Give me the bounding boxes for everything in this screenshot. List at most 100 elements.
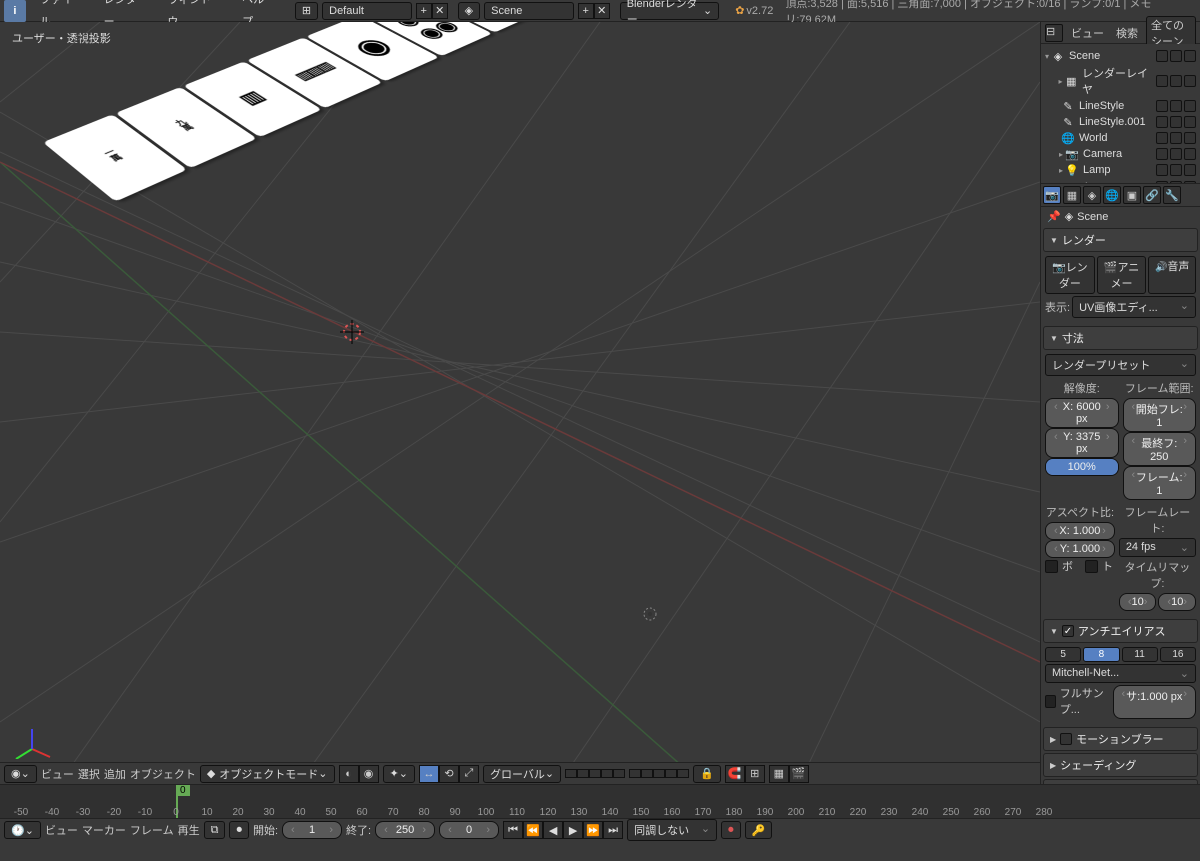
- current-frame-field[interactable]: 0: [439, 821, 499, 839]
- end-frame-field[interactable]: 250: [375, 821, 435, 839]
- render-engine-select[interactable]: Blenderレンダー ⌄: [620, 2, 720, 20]
- panel-dimensions-header[interactable]: 寸法: [1043, 326, 1198, 350]
- antialias-enable-checkbox[interactable]: [1062, 625, 1074, 637]
- render-preset-select[interactable]: レンダープリセット: [1045, 354, 1196, 376]
- screen-layout-select[interactable]: Default: [322, 2, 412, 20]
- pin-icon[interactable]: 📌: [1047, 210, 1061, 223]
- properties-panel[interactable]: レンダー 📷レンダー 🎬アニメー 🔊音声 表示: UV画像エディ... 寸法: [1041, 226, 1200, 784]
- snap-buttons[interactable]: 🧲⊞: [725, 765, 765, 783]
- border-checkbox[interactable]: [1045, 560, 1058, 573]
- prop-tab-scene[interactable]: ◈: [1083, 186, 1101, 204]
- aa-sample-11[interactable]: 11: [1122, 647, 1158, 662]
- aa-size-field[interactable]: サ:1.000 px: [1113, 685, 1197, 719]
- keyframe-prev[interactable]: ⏪: [523, 821, 543, 839]
- lock-camera-icon[interactable]: 🔒: [693, 765, 721, 783]
- crop-checkbox[interactable]: [1085, 560, 1098, 573]
- manipulator-buttons[interactable]: ↔⟲⤢: [419, 765, 479, 783]
- prop-tab-modifier[interactable]: 🔧: [1163, 186, 1181, 204]
- frame-step-field[interactable]: フレーム: 1: [1123, 466, 1197, 500]
- scene-select[interactable]: Scene: [484, 2, 574, 20]
- start-frame-field[interactable]: 1: [282, 821, 342, 839]
- display-label: 表示:: [1045, 299, 1070, 315]
- prop-tab-object[interactable]: ▣: [1123, 186, 1141, 204]
- outliner-editor-icon[interactable]: ⊟: [1045, 24, 1063, 42]
- prop-tab-world[interactable]: 🌐: [1103, 186, 1121, 204]
- panel-antialias-header[interactable]: アンチエイリアス: [1043, 619, 1198, 643]
- fullsample-checkbox[interactable]: [1045, 695, 1056, 708]
- timeline-ruler[interactable]: 0 -50-40-30-20-1001020304050607080901001…: [0, 785, 1200, 819]
- timeline-playback-menu[interactable]: 再生: [178, 822, 200, 838]
- screen-layout-icon[interactable]: ⊞: [295, 2, 318, 20]
- timeline-range-icon[interactable]: ⧉: [204, 821, 226, 839]
- play[interactable]: ▶: [563, 821, 583, 839]
- render-preview-buttons[interactable]: ▦🎬: [769, 765, 809, 783]
- view3d-menu-object[interactable]: オブジェクト: [130, 766, 196, 782]
- autokey-button[interactable]: ⏺: [721, 821, 741, 839]
- layer-buttons[interactable]: [565, 769, 625, 778]
- panel-render-header[interactable]: レンダー: [1043, 228, 1198, 252]
- view3d-menu-view[interactable]: ビュー: [41, 766, 74, 782]
- layout-delete[interactable]: ✕: [432, 3, 448, 19]
- prop-tab-render[interactable]: 📷: [1043, 186, 1061, 204]
- pivot-select[interactable]: ✦⌄: [383, 765, 415, 783]
- frame-end-field[interactable]: 最終フ: 250: [1123, 432, 1197, 466]
- panel-shading-header[interactable]: シェーディング: [1043, 753, 1198, 777]
- outliner-view-menu[interactable]: ビュー: [1067, 25, 1108, 41]
- outliner-item[interactable]: ✎LineStyle.001: [1045, 114, 1196, 130]
- outliner-item[interactable]: ▸📷Camera: [1045, 146, 1196, 162]
- layer-buttons-2[interactable]: [629, 769, 689, 778]
- audio-button[interactable]: 🔊音声: [1148, 256, 1196, 294]
- outliner-item[interactable]: ▾◈Scene: [1045, 48, 1196, 64]
- aa-sample-5[interactable]: 5: [1045, 647, 1081, 662]
- layout-add[interactable]: +: [416, 3, 432, 19]
- keying-set-icon[interactable]: 🔑: [745, 821, 773, 839]
- view3d-menu-select[interactable]: 選択: [78, 766, 100, 782]
- aa-sample-8[interactable]: 8: [1083, 647, 1119, 662]
- aa-filter-select[interactable]: Mitchell-Net...: [1045, 664, 1196, 683]
- aspect-y-field[interactable]: Y: 1.000: [1045, 540, 1115, 558]
- keyframe-next[interactable]: ⏩: [583, 821, 603, 839]
- blender-logo[interactable]: i: [4, 0, 26, 22]
- outliner-item[interactable]: ▸💡Lamp: [1045, 162, 1196, 178]
- timeline-frame-menu[interactable]: フレーム: [130, 822, 174, 838]
- editor-type-icon[interactable]: ◉⌄: [4, 765, 37, 783]
- scene-delete[interactable]: ✕: [594, 3, 610, 19]
- play-reverse[interactable]: ◀: [543, 821, 563, 839]
- framerate-select[interactable]: 24 fps: [1119, 538, 1196, 557]
- outliner-search-menu[interactable]: 検索: [1112, 25, 1142, 41]
- outliner-item[interactable]: ▸▦レンダーレイヤ: [1045, 64, 1196, 98]
- jump-end[interactable]: ⏭: [603, 821, 623, 839]
- timeremap-old[interactable]: 10: [1119, 593, 1157, 611]
- prop-tab-constraint[interactable]: 🔗: [1143, 186, 1161, 204]
- sync-select[interactable]: 同調しない: [627, 819, 717, 841]
- timeline-marker-menu[interactable]: マーカー: [82, 822, 126, 838]
- shading-mode-buttons[interactable]: ◐◉: [339, 765, 379, 783]
- outliner-item[interactable]: ✎LineStyle: [1045, 98, 1196, 114]
- scene-icon[interactable]: ◈: [458, 2, 480, 20]
- resolution-x-field[interactable]: X: 6000 px: [1045, 398, 1119, 428]
- motionblur-checkbox[interactable]: [1060, 733, 1072, 745]
- timeremap-new[interactable]: 10: [1158, 593, 1196, 611]
- timeline-editor-icon[interactable]: 🕐⌄: [4, 821, 41, 839]
- jump-start[interactable]: ⏮: [503, 821, 523, 839]
- display-select[interactable]: UV画像エディ...: [1072, 296, 1196, 318]
- outliner-item[interactable]: 🌐World: [1045, 130, 1196, 146]
- aa-sample-16[interactable]: 16: [1160, 647, 1196, 662]
- frame-start-field[interactable]: 開始フレ: 1: [1123, 398, 1197, 432]
- scene-add[interactable]: +: [578, 3, 594, 19]
- resolution-percent[interactable]: 100%: [1045, 458, 1119, 476]
- timeline-view-menu[interactable]: ビュー: [45, 822, 78, 838]
- panel-motionblur-header[interactable]: モーションブラー: [1043, 727, 1198, 751]
- orientation-select[interactable]: グローバル ⌄: [483, 765, 561, 783]
- render-button[interactable]: 📷レンダー: [1045, 256, 1095, 294]
- prop-tab-renderlayer[interactable]: ▦: [1063, 186, 1081, 204]
- panel-performance-header[interactable]: パフォーマンス: [1043, 779, 1198, 784]
- outliner[interactable]: ▾◈Scene▸▦レンダーレイヤ✎LineStyle✎LineStyle.001…: [1041, 44, 1200, 184]
- aspect-x-field[interactable]: X: 1.000: [1045, 522, 1115, 540]
- 3d-viewport[interactable]: ユーザー・透視投影: [0, 22, 1040, 784]
- resolution-y-field[interactable]: Y: 3375 px: [1045, 428, 1119, 458]
- autokey-icon[interactable]: ⏺: [229, 821, 249, 839]
- view3d-menu-add[interactable]: 追加: [104, 766, 126, 782]
- mode-select[interactable]: ◆ オブジェクトモード ⌄: [200, 765, 335, 783]
- animation-button[interactable]: 🎬アニメー: [1097, 256, 1147, 294]
